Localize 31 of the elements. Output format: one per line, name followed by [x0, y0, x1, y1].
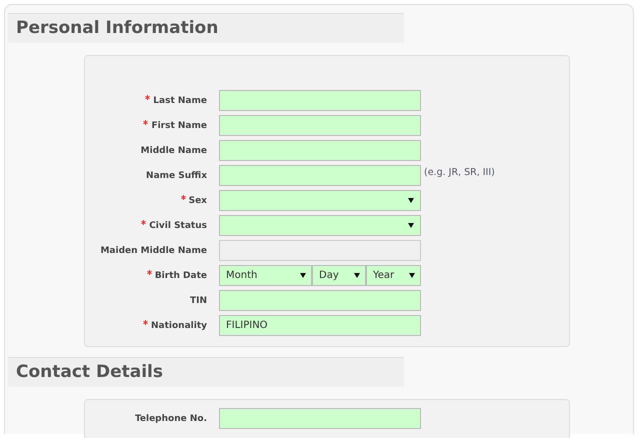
caret-icon	[408, 198, 414, 203]
dropdown[interactable]	[219, 215, 421, 236]
caret-icon	[300, 273, 306, 278]
field-label: Telephone No.	[134, 414, 208, 424]
dropdown[interactable]: Year	[366, 265, 421, 286]
field-label: Nationality	[85, 320, 219, 331]
dropdown[interactable]: Month	[219, 265, 312, 286]
text-field[interactable]	[219, 140, 421, 161]
section-title: Contact Details	[8, 357, 404, 387]
field-label: TIN	[188, 296, 208, 306]
field-label: Middle Name	[140, 146, 208, 156]
caret-icon	[354, 273, 360, 278]
field-label: Civil Status	[85, 220, 219, 231]
dropdown[interactable]	[219, 190, 421, 211]
field-label: First Name	[85, 120, 219, 131]
field-label: Maiden Middle Name	[99, 246, 208, 256]
text-field[interactable]	[219, 408, 421, 429]
text-field[interactable]	[219, 165, 421, 186]
caret-icon	[408, 223, 414, 228]
text-field[interactable]	[219, 90, 421, 111]
dropdown[interactable]: Day	[312, 265, 366, 286]
text-field[interactable]: FILIPINO	[219, 315, 421, 336]
field-label: Birth Date	[85, 270, 219, 281]
field-label: Name Suffix	[145, 170, 208, 180]
field-label: Sex	[85, 195, 219, 206]
field-label: Last Name	[85, 95, 219, 106]
text-field[interactable]	[219, 115, 421, 136]
caret-icon	[409, 273, 415, 278]
section-title: Personal Information	[8, 13, 404, 43]
text-field[interactable]	[219, 290, 421, 311]
hint-text: (e.g. JR, SR, III)	[424, 167, 495, 178]
